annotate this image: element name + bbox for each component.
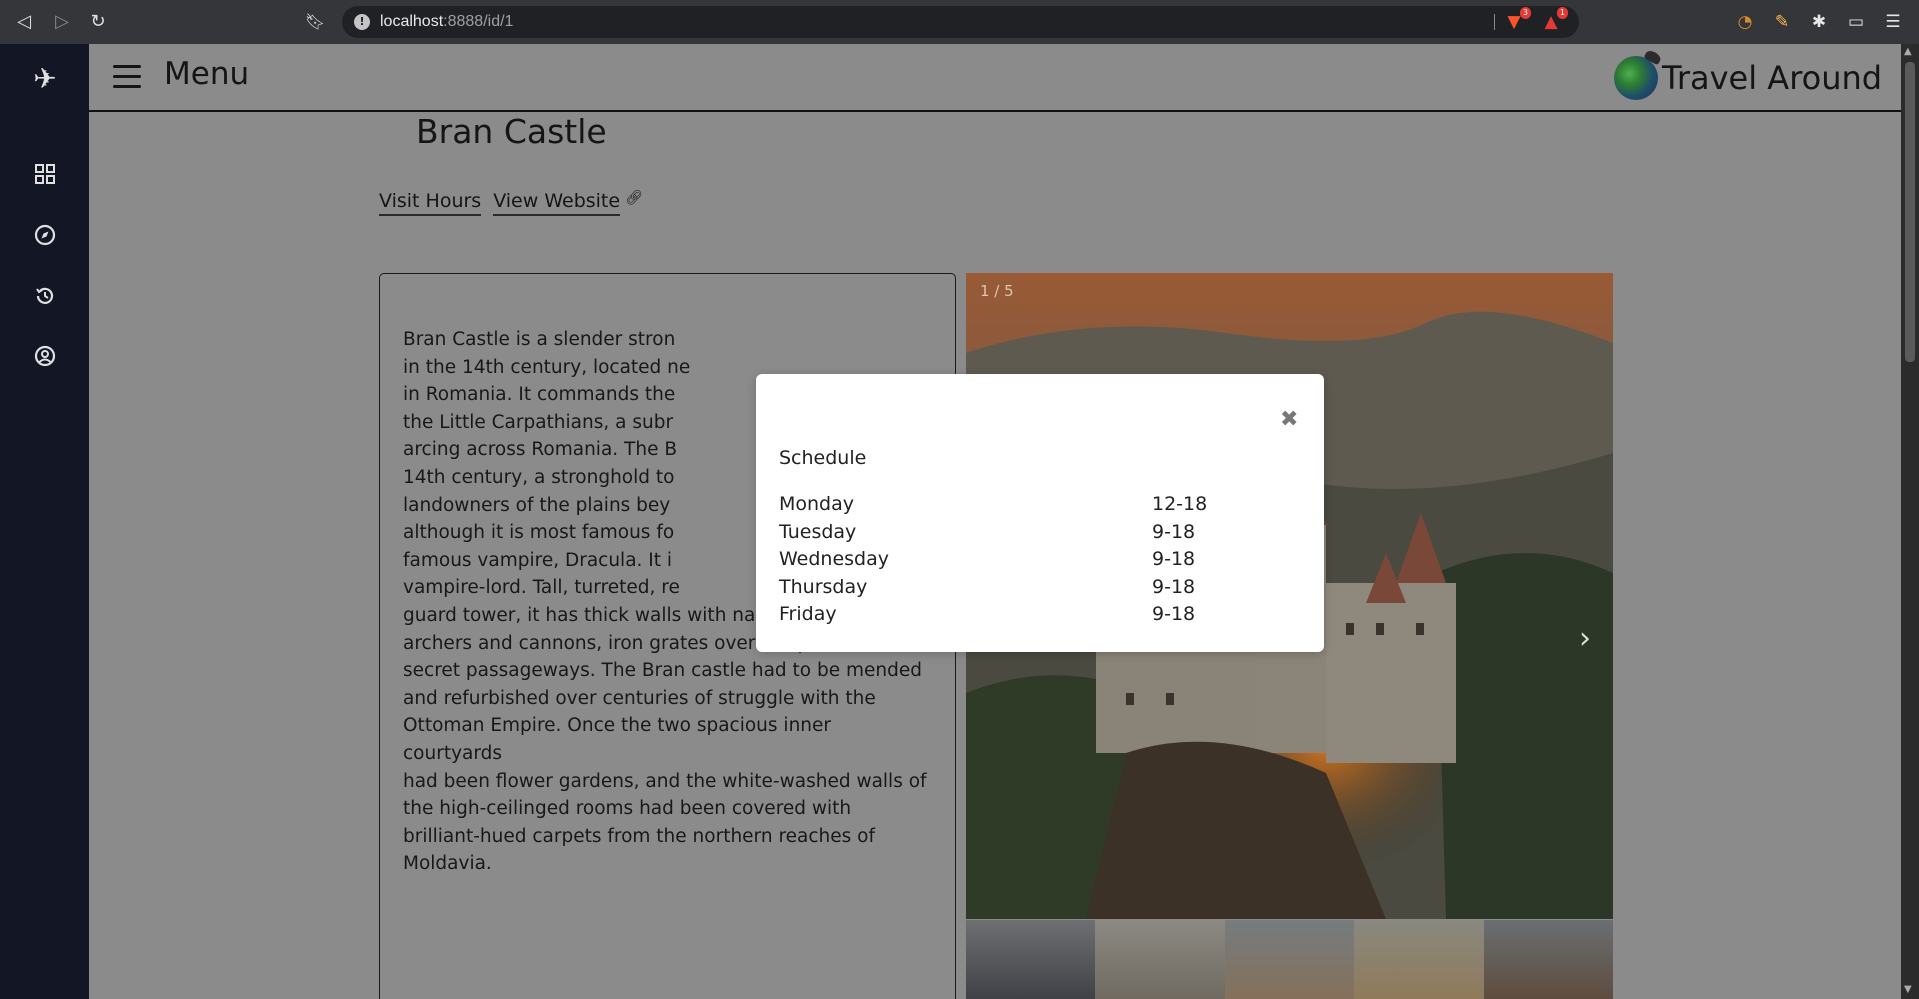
forward-icon[interactable]: ▷ xyxy=(50,10,74,34)
schedule-day: Wednesday xyxy=(779,548,890,570)
description-line: Ottoman Empire. Once the two spacious in… xyxy=(403,715,832,764)
dashboard-icon[interactable] xyxy=(24,153,66,195)
visit-hours-link[interactable]: Visit Hours xyxy=(379,190,482,216)
thumbnail-3[interactable] xyxy=(1224,920,1355,999)
schedule-hours: 9-18 xyxy=(1152,521,1196,543)
brand[interactable]: Travel Around xyxy=(1614,54,1882,102)
external-link-icon: 🔗︎ xyxy=(625,190,643,206)
extensions-icon[interactable]: ✱ xyxy=(1807,10,1831,34)
brand-name: Travel Around xyxy=(1662,59,1883,97)
brave-shield-icon[interactable]: ▼ 3 xyxy=(1502,7,1531,34)
schedule-day: Tuesday xyxy=(779,521,857,543)
browser-menu-icon[interactable]: ☰ xyxy=(1881,10,1905,34)
extension-pen-icon[interactable]: ✎ xyxy=(1770,10,1794,34)
page-title: Bran Castle xyxy=(416,112,607,151)
view-website-link-wrap[interactable]: View Website 🔗︎ xyxy=(493,190,643,216)
menu-label[interactable]: Menu xyxy=(164,56,249,92)
schedule-day: Friday xyxy=(779,603,837,625)
page-scrollbar[interactable]: ▲ ▼ xyxy=(1901,44,1919,999)
bookmark-icon[interactable]: 🔖︎ xyxy=(303,10,327,34)
description-line: Moldavia. xyxy=(403,853,492,875)
thumbnail-1[interactable] xyxy=(966,920,1096,999)
schedule-modal: ✖ Schedule Monday 12-18 Tuesday 9-18 Wed… xyxy=(756,374,1324,652)
description-line: and refurbished over centuries of strugg… xyxy=(403,687,876,709)
description-line: Bran Castle is a slender stron xyxy=(403,329,676,350)
compass-icon[interactable] xyxy=(24,214,66,256)
slide-counter: 1 / 5 xyxy=(980,282,1014,300)
page-content: Menu Travel Around Bran Castle Visit Hou… xyxy=(89,44,1901,999)
hamburger-menu-icon[interactable] xyxy=(113,65,141,88)
description-line: brilliant-hued carpets from the northern… xyxy=(403,825,875,847)
schedule-hours: 9-18 xyxy=(1152,548,1196,570)
description-line: the high-ceilinged rooms had been covere… xyxy=(403,798,852,820)
globe-logo-icon xyxy=(1614,56,1658,100)
thumbnail-2[interactable] xyxy=(1095,920,1225,999)
next-arrow-icon[interactable]: › xyxy=(1579,621,1591,656)
modal-title: Schedule xyxy=(779,447,867,469)
schedule-hours: 9-18 xyxy=(1152,603,1196,625)
reload-icon[interactable]: ↻ xyxy=(86,10,110,34)
wallet-icon[interactable]: ▭ xyxy=(1844,10,1868,34)
url-text[interactable]: localhost:8888/id/1 xyxy=(380,13,513,31)
user-circle-icon[interactable] xyxy=(24,335,66,377)
site-info-icon[interactable]: ! xyxy=(354,14,370,30)
description-line: secret passageways. The Bran castle had … xyxy=(403,660,923,682)
extension-cookie-icon[interactable]: ◔ xyxy=(1733,10,1757,34)
thumbnail-5[interactable] xyxy=(1483,920,1613,999)
thumbnail-4[interactable] xyxy=(1354,920,1484,999)
scroll-up-icon[interactable]: ▲ xyxy=(1904,46,1912,57)
schedule-hours: 9-18 xyxy=(1152,576,1196,598)
scroll-down-icon[interactable]: ▼ xyxy=(1904,984,1912,995)
close-icon[interactable]: ✖ xyxy=(1280,407,1298,432)
url-divider xyxy=(1494,14,1495,30)
plane-logo-icon[interactable]: ✈ xyxy=(24,58,66,100)
schedule-hours: 12-18 xyxy=(1152,493,1208,515)
history-icon[interactable] xyxy=(24,275,66,317)
sidebar: ✈ xyxy=(0,44,89,999)
view-website-link[interactable]: View Website xyxy=(493,190,621,216)
thumbnail-strip xyxy=(966,920,1613,999)
back-icon[interactable]: ◁ xyxy=(12,10,36,34)
address-bar[interactable]: ! localhost:8888/id/1 ▼ 3 ▲ 1 xyxy=(342,6,1579,38)
scroll-thumb[interactable] xyxy=(1905,62,1915,362)
top-bar: Menu Travel Around xyxy=(89,44,1901,112)
link-row: Visit Hours View Website 🔗︎ xyxy=(379,190,643,216)
schedule-day: Monday xyxy=(779,493,855,515)
schedule-day: Thursday xyxy=(779,576,868,598)
brave-rewards-icon[interactable]: ▲ 1 xyxy=(1539,7,1568,34)
browser-toolbar: ◁ ▷ ↻ 🔖︎ ! localhost:8888/id/1 ▼ 3 ▲ 1 ◔ ✎… xyxy=(0,0,1919,44)
description-line: had been flower gardens, and the white-w… xyxy=(403,770,927,792)
